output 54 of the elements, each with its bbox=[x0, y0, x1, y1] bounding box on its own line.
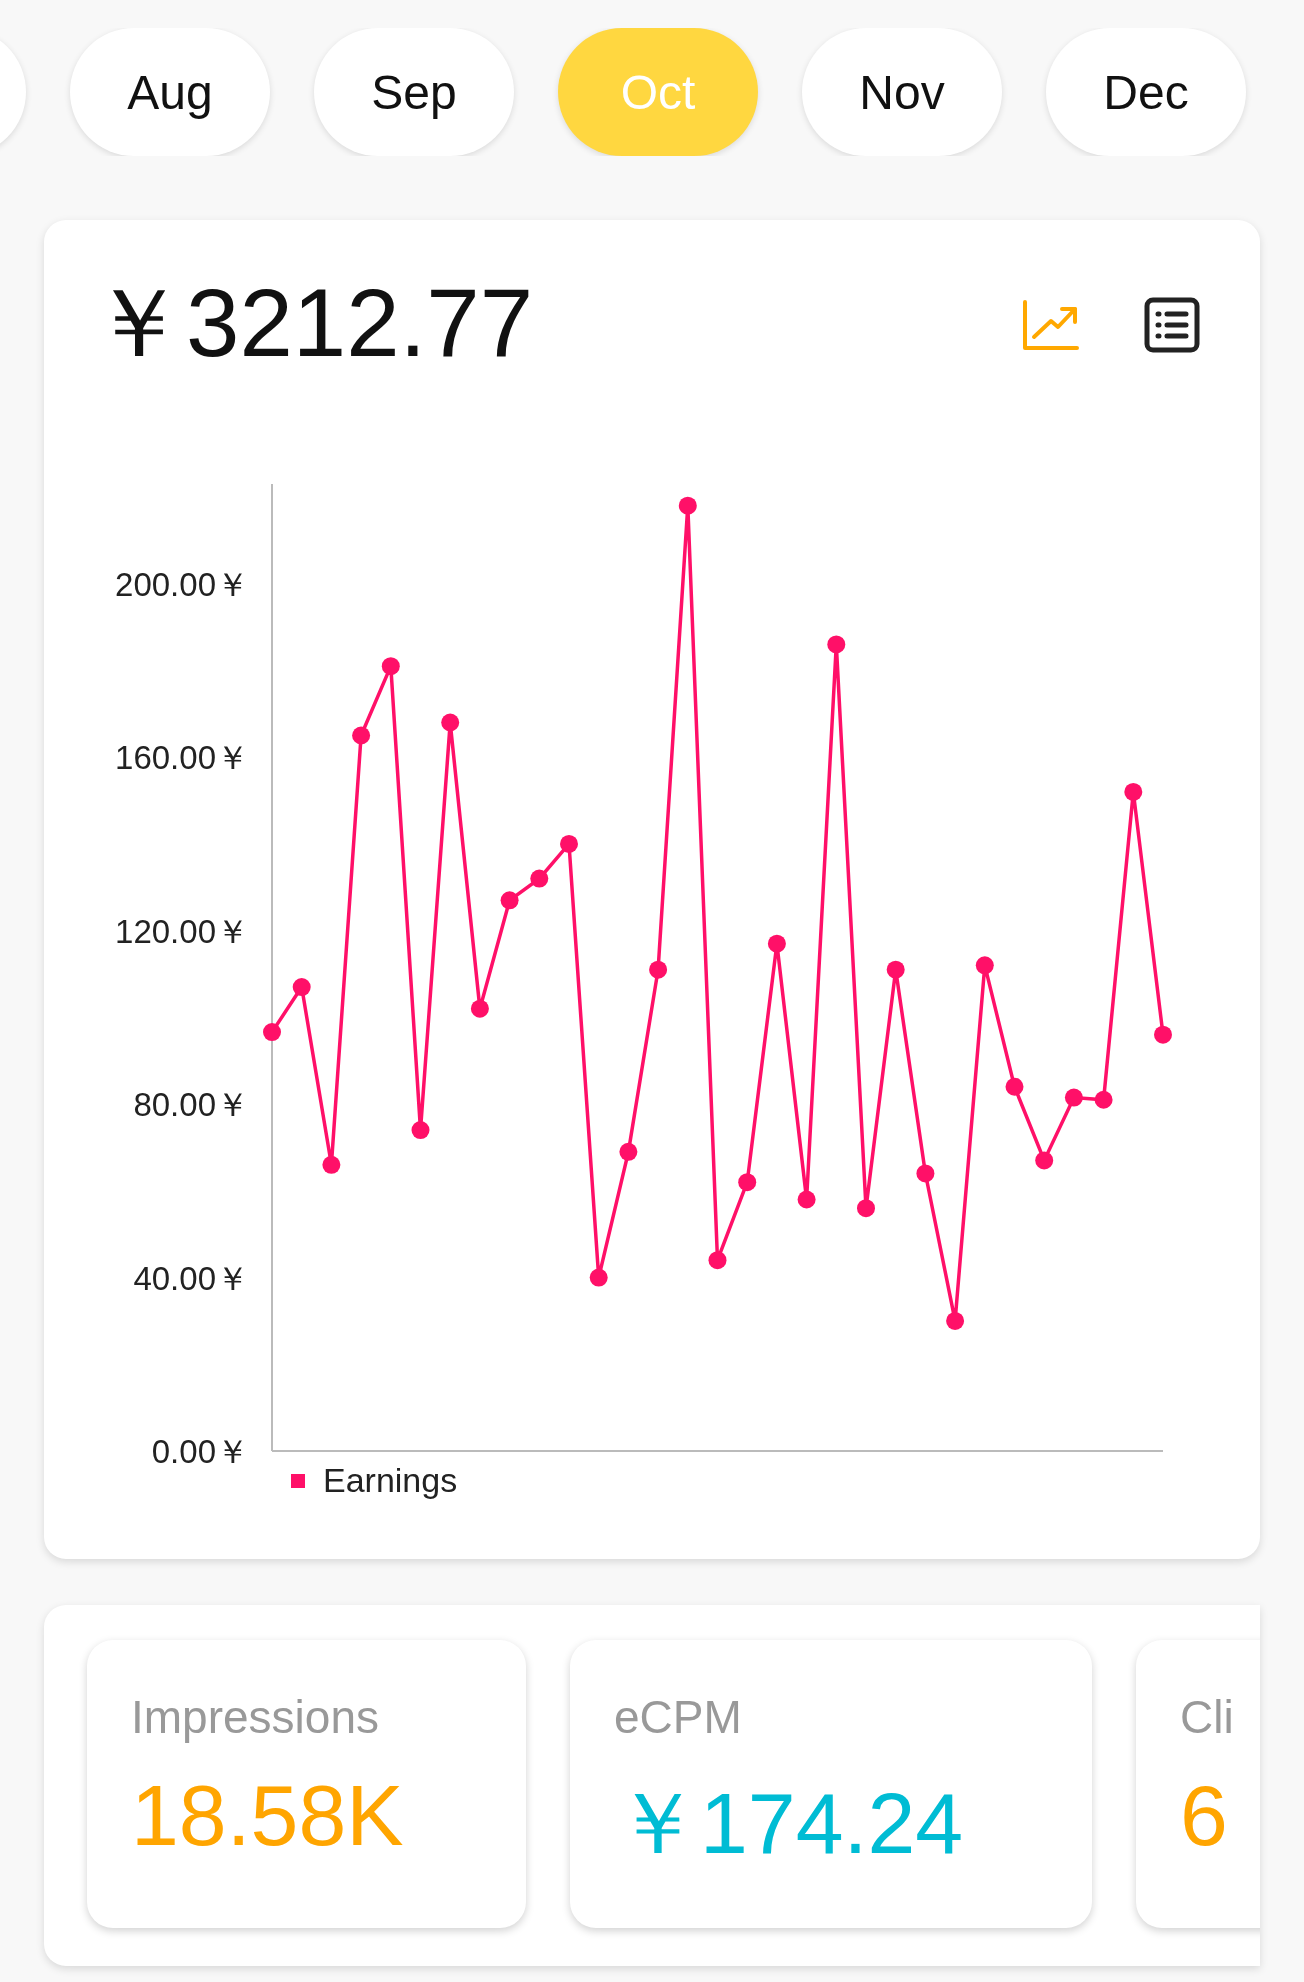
stat-value: 18.58K bbox=[131, 1766, 405, 1865]
list-view-button[interactable] bbox=[1144, 297, 1200, 353]
data-point bbox=[975, 956, 994, 975]
stat-value: 6 bbox=[1180, 1766, 1229, 1865]
stat-label: Cli bbox=[1180, 1690, 1235, 1744]
y-tick-label: 200.00￥ bbox=[115, 565, 249, 603]
data-point bbox=[1005, 1077, 1024, 1096]
data-point bbox=[619, 1142, 638, 1161]
data-point bbox=[352, 726, 371, 745]
data-point bbox=[1094, 1090, 1113, 1109]
list-icon bbox=[1144, 297, 1200, 353]
y-tick-label: 120.00￥ bbox=[115, 912, 249, 950]
data-point bbox=[857, 1199, 875, 1218]
data-point bbox=[441, 713, 460, 732]
legend-label: Earnings bbox=[323, 1461, 458, 1499]
data-point bbox=[946, 1311, 965, 1330]
y-tick-label: 40.00￥ bbox=[133, 1259, 249, 1297]
data-point bbox=[1064, 1088, 1083, 1107]
data-point bbox=[767, 934, 786, 953]
chart-view-button[interactable] bbox=[1022, 299, 1080, 351]
data-point bbox=[381, 657, 400, 676]
data-point bbox=[411, 1121, 430, 1140]
month-tab[interactable]: Sep bbox=[314, 28, 514, 156]
data-point bbox=[1154, 1025, 1172, 1044]
data-point bbox=[589, 1268, 608, 1287]
data-point bbox=[797, 1190, 816, 1209]
legend-marker bbox=[291, 1474, 305, 1488]
stat-label: Impressions bbox=[131, 1690, 380, 1744]
y-tick-label: 160.00￥ bbox=[115, 739, 249, 777]
data-point bbox=[708, 1251, 727, 1270]
month-tab[interactable]: Aug bbox=[70, 28, 270, 156]
data-point bbox=[500, 891, 519, 910]
y-tick-label: 80.00￥ bbox=[133, 1086, 249, 1124]
data-point bbox=[560, 834, 578, 853]
data-point bbox=[827, 635, 846, 654]
data-point bbox=[263, 1023, 281, 1042]
data-point bbox=[738, 1173, 757, 1192]
earnings-total: ￥3212.77 bbox=[90, 268, 534, 378]
data-point bbox=[1035, 1151, 1054, 1170]
data-point bbox=[916, 1164, 935, 1183]
trend-chart-icon bbox=[1022, 299, 1080, 351]
data-point bbox=[470, 999, 489, 1018]
month-tab[interactable]: Nov bbox=[802, 28, 1002, 156]
data-point bbox=[886, 960, 905, 979]
data-point bbox=[678, 496, 697, 515]
data-point bbox=[530, 869, 549, 888]
month-tab[interactable]: Dec bbox=[1046, 28, 1246, 156]
stat-value: ￥174.24 bbox=[614, 1774, 965, 1873]
data-point bbox=[649, 960, 668, 979]
y-tick-label: 0.00￥ bbox=[151, 1433, 249, 1470]
data-point bbox=[292, 978, 311, 996]
stat-label: eCPM bbox=[614, 1690, 743, 1744]
data-point bbox=[322, 1155, 341, 1174]
data-point bbox=[1124, 782, 1143, 801]
